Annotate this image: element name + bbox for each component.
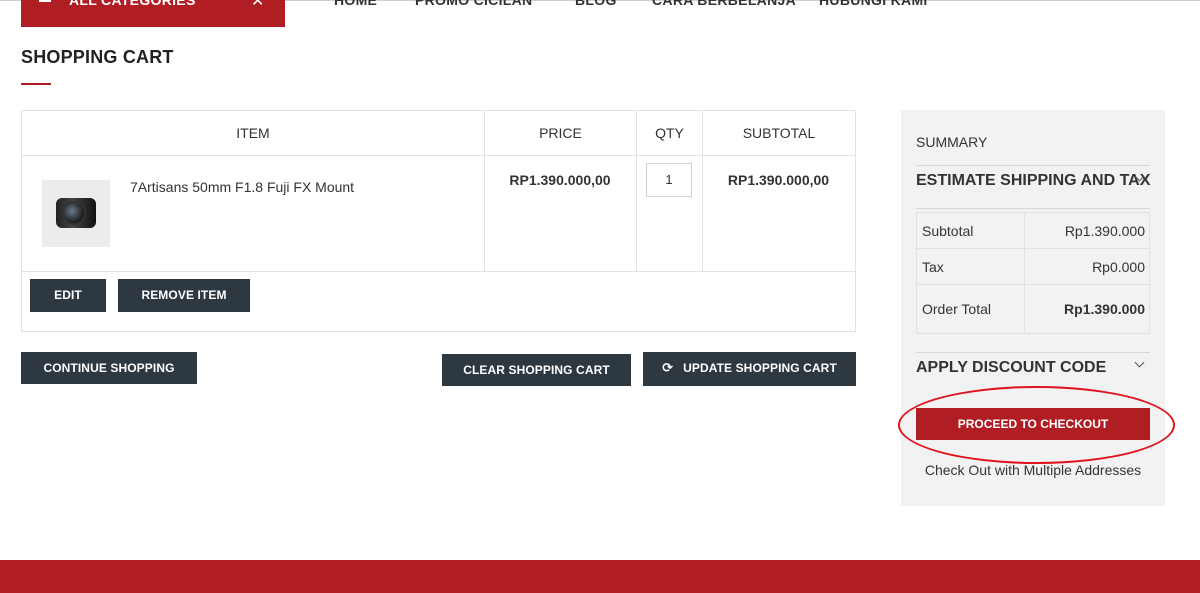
column-header-subtotal: SUBTOTAL <box>702 111 855 155</box>
annotation-circle <box>898 386 1175 464</box>
nav-item-cara-berbelanja[interactable]: CARA BERBELANJA <box>652 0 796 8</box>
clear-shopping-cart-button[interactable]: CLEAR SHOPPING CART <box>442 354 631 386</box>
nav-item-promo-cicilan[interactable]: PROMO CICILAN <box>415 0 532 8</box>
totals-row-order-total: Order Total Rp1.390.000 <box>917 285 1149 333</box>
estimate-shipping-toggle[interactable]: ESTIMATE SHIPPING AND TAX <box>916 172 1150 190</box>
item-price: RP1.390.000,00 <box>509 172 611 188</box>
refresh-icon: ⟳ <box>662 360 674 375</box>
footer-band <box>0 560 1200 593</box>
column-divider <box>636 156 637 271</box>
product-thumbnail[interactable] <box>42 180 110 247</box>
menu-icon <box>39 0 51 2</box>
update-shopping-cart-button[interactable]: ⟳ UPDATE SHOPPING CART <box>643 352 856 386</box>
column-header-item: ITEM <box>236 125 270 141</box>
chevron-down-icon[interactable] <box>1134 357 1145 368</box>
all-categories-button[interactable]: ALL CATEGORIES ✕ <box>21 0 285 27</box>
divider <box>916 208 1150 209</box>
totals-value: Rp1.390.000 <box>1064 301 1145 317</box>
totals-row-tax: Tax Rp0.000 <box>917 249 1149 285</box>
cart-item-row: 7Artisans 50mm F1.8 Fuji FX Mount RP1.39… <box>22 156 855 272</box>
totals-label: Subtotal <box>922 213 1025 248</box>
divider <box>916 352 1150 353</box>
camera-lens-image <box>52 193 100 233</box>
cart-table-header: ITEM PRICE QTY SUBTOTAL <box>22 111 855 156</box>
title-underline <box>21 83 51 85</box>
item-subtotal: RP1.390.000,00 <box>727 172 830 188</box>
product-name-link[interactable]: 7Artisans 50mm F1.8 Fuji FX Mount <box>130 179 354 195</box>
quantity-input[interactable]: 1 <box>646 163 692 197</box>
cart-table: ITEM PRICE QTY SUBTOTAL 7Artisans 50mm F… <box>21 110 856 332</box>
summary-title: SUMMARY <box>916 134 988 150</box>
column-header-qty: QTY <box>636 111 702 155</box>
apply-discount-toggle[interactable]: APPLY DISCOUNT CODE <box>916 359 1106 377</box>
close-icon[interactable]: ✕ <box>251 0 264 11</box>
column-header-price: PRICE <box>484 111 636 155</box>
remove-item-button[interactable]: REMOVE ITEM <box>118 279 250 312</box>
totals-value: Rp1.390.000 <box>1064 222 1145 239</box>
continue-shopping-button[interactable]: CONTINUE SHOPPING <box>21 352 197 384</box>
totals-value: Rp0.000 <box>1092 258 1145 275</box>
nav-item-hubungi-kami[interactable]: HUBUNGI KAMI <box>819 0 928 8</box>
totals-table: Subtotal Rp1.390.000 Tax Rp0.000 Order T… <box>916 212 1150 334</box>
all-categories-label: ALL CATEGORIES <box>69 0 196 8</box>
page-title: SHOPPING CART <box>21 47 174 67</box>
totals-label: Order Total <box>922 285 1025 333</box>
nav-item-blog[interactable]: BLOG <box>575 0 617 8</box>
edit-button[interactable]: EDIT <box>30 279 106 312</box>
multiple-addresses-link[interactable]: Check Out with Multiple Addresses <box>916 462 1150 478</box>
update-shopping-cart-label: UPDATE SHOPPING CART <box>683 361 837 375</box>
totals-label: Tax <box>922 249 1025 284</box>
nav-item-home[interactable]: HOME <box>334 0 377 8</box>
divider <box>916 165 1150 166</box>
totals-row-subtotal: Subtotal Rp1.390.000 <box>917 213 1149 249</box>
